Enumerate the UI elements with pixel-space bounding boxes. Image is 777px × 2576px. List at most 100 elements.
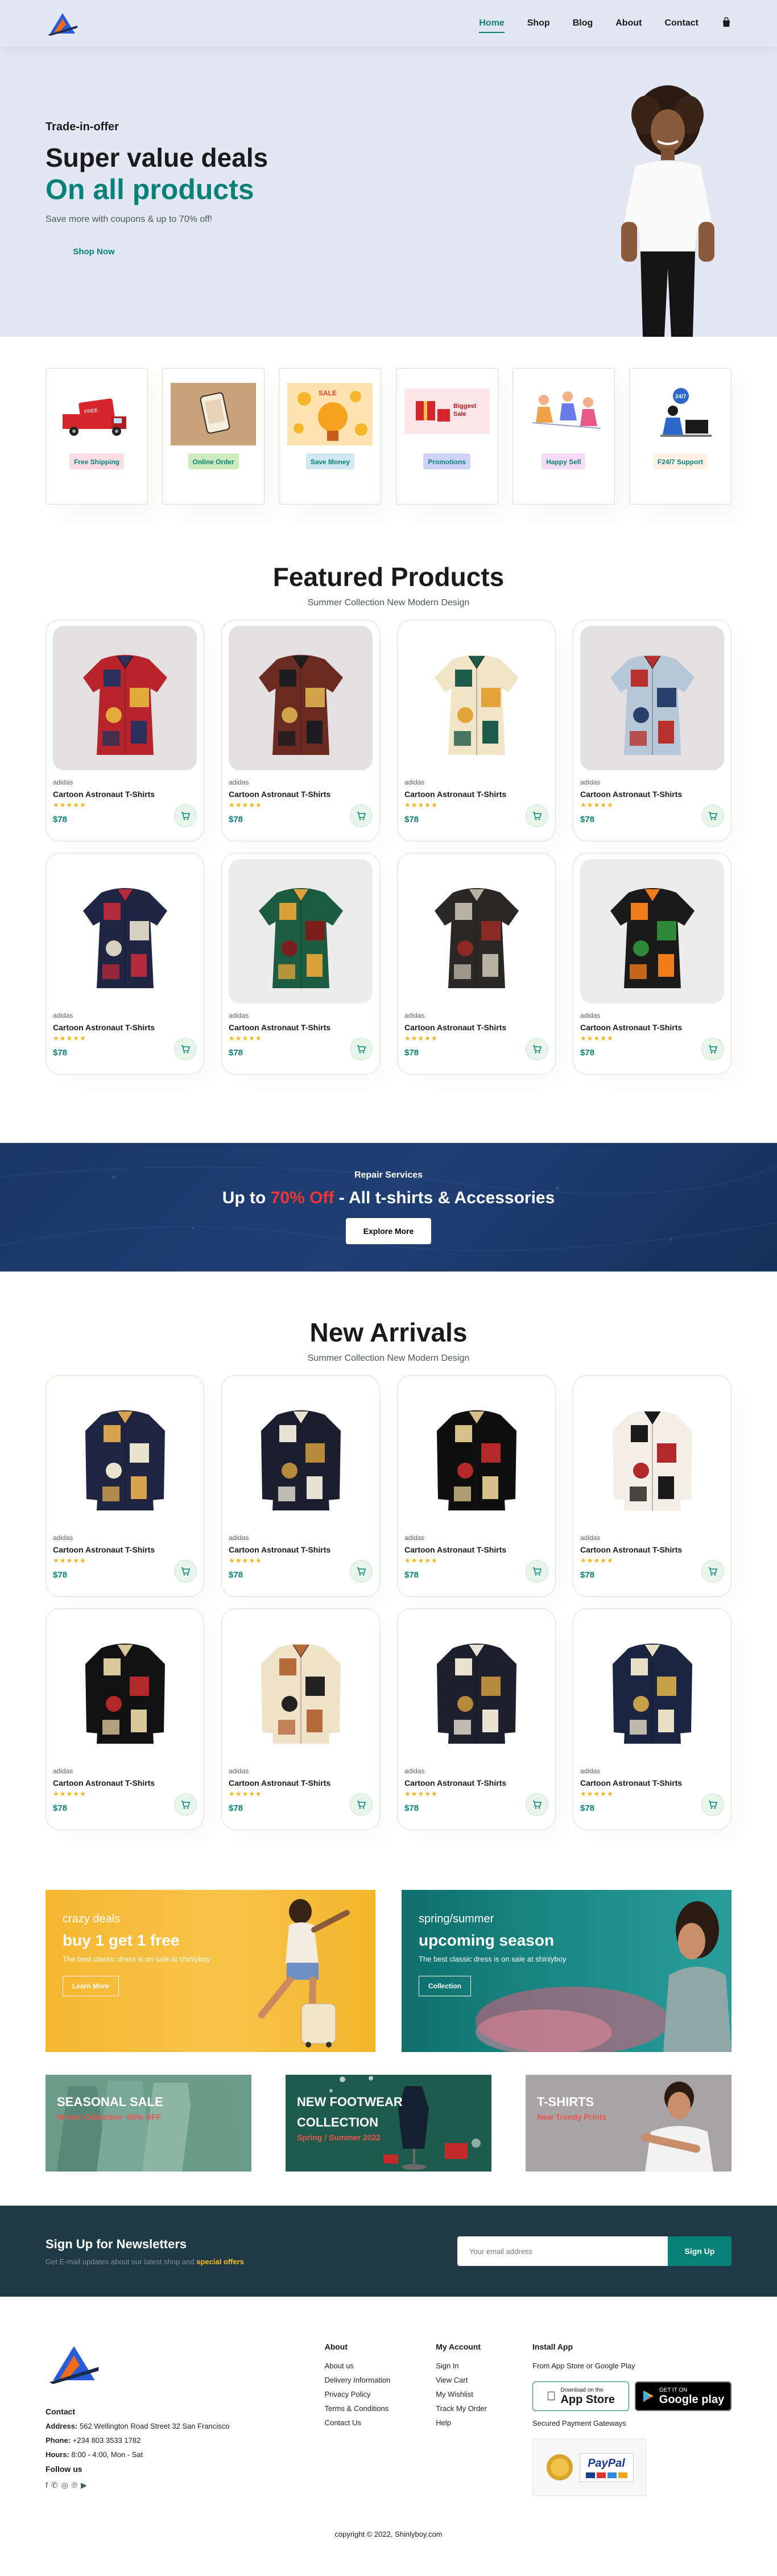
season-text: The best classic dress is on sale at shi… — [419, 1955, 567, 1963]
about-link[interactable]: About us — [325, 2362, 391, 2370]
nav-contact[interactable]: Contact — [664, 16, 699, 31]
season-eyebrow: spring/summer — [419, 1913, 494, 1925]
google-play-badge[interactable]: GET IT ON Google play — [635, 2381, 731, 2411]
add-to-cart-button[interactable] — [701, 804, 724, 827]
facebook-icon[interactable]: f — [46, 2480, 48, 2490]
account-link[interactable]: Track My Order — [436, 2404, 487, 2413]
product-shirt-image — [258, 655, 343, 755]
add-to-cart-button[interactable] — [526, 1038, 548, 1060]
product-card[interactable]: adidas Cartoon Astronaut T-Shirts ★★★★★ $78 — [573, 1375, 731, 1597]
product-shirt-image — [85, 1410, 165, 1510]
product-card[interactable]: adidas Cartoon Astronaut T-Shirts ★★★★★ $78 — [397, 853, 556, 1075]
account-link[interactable]: Help — [436, 2418, 487, 2427]
svg-text:Sale: Sale — [453, 411, 466, 418]
product-card[interactable]: adidas Cartoon Astronaut T-Shirts ★★★★★ $78 — [397, 1375, 556, 1597]
nav-blog[interactable]: Blog — [573, 16, 593, 31]
product-card[interactable]: adidas Cartoon Astronaut T-Shirts ★★★★★ $78 — [46, 620, 204, 841]
sign-up-button[interactable]: Sign Up — [668, 2236, 731, 2266]
product-card[interactable]: adidas Cartoon Astronaut T-Shirts ★★★★★ $78 — [221, 853, 380, 1075]
product-card[interactable]: adidas Cartoon Astronaut T-Shirts ★★★★★ $78 — [221, 1375, 380, 1597]
add-to-cart-button[interactable] — [174, 1560, 197, 1583]
featured-products-section: Featured Products Summer Collection New … — [0, 539, 777, 1075]
account-link[interactable]: Sign In — [436, 2362, 487, 2370]
account-link[interactable]: My Wishlist — [436, 2390, 487, 2399]
product-shirt-image — [82, 655, 167, 755]
add-to-cart-button[interactable] — [526, 804, 548, 827]
add-to-cart-button[interactable] — [350, 1560, 373, 1583]
main-nav: Home Shop Blog About Contact — [479, 16, 731, 33]
account-title: My Account — [436, 2342, 481, 2351]
add-to-cart-button[interactable] — [350, 804, 373, 827]
product-card[interactable]: adidas Cartoon Astronaut T-Shirts ★★★★★ $78 — [46, 1608, 204, 1830]
about-link[interactable]: Contact Us — [325, 2418, 391, 2427]
add-to-cart-button[interactable] — [350, 1793, 373, 1816]
cart-bag-link[interactable] — [721, 16, 731, 30]
product-brand: adidas — [580, 1534, 601, 1542]
footer-contact: Contact Address: 562 Wellington Road Str… — [46, 2342, 230, 2496]
product-card[interactable]: adidas Cartoon Astronaut T-Shirts ★★★★★ $78 — [573, 620, 731, 841]
about-link[interactable]: Terms & Conditions — [325, 2404, 391, 2413]
newsletter-section: Sign Up for Newsletters Get E-mail updat… — [0, 2206, 777, 2297]
product-card[interactable]: adidas Cartoon Astronaut T-Shirts ★★★★★ $78 — [397, 620, 556, 841]
add-to-cart-button[interactable] — [350, 1038, 373, 1060]
add-to-cart-button[interactable] — [701, 1560, 724, 1583]
product-card[interactable]: adidas Cartoon Astronaut T-Shirts ★★★★★ $78 — [573, 1608, 731, 1830]
product-image — [580, 626, 724, 770]
add-to-cart-button[interactable] — [174, 1038, 197, 1060]
product-card[interactable]: adidas Cartoon Astronaut T-Shirts ★★★★★ $78 — [221, 620, 380, 841]
youtube-icon[interactable]: ▶ — [81, 2480, 87, 2490]
learn-more-button[interactable]: Learn More — [63, 1976, 119, 1996]
cart-icon — [533, 1567, 542, 1576]
collection-button[interactable]: Collection — [419, 1976, 472, 1996]
product-brand: adidas — [404, 1012, 425, 1019]
product-rating: ★★★★★ — [229, 1034, 262, 1042]
account-link[interactable]: View Cart — [436, 2376, 487, 2384]
add-to-cart-button[interactable] — [526, 1560, 548, 1583]
pinterest-icon[interactable]: ℗ — [72, 2480, 77, 2490]
product-rating: ★★★★★ — [580, 1790, 614, 1798]
add-to-cart-button[interactable] — [701, 1793, 724, 1816]
product-brand: adidas — [53, 1012, 73, 1019]
newsletter-text-highlight: special offers — [196, 2257, 245, 2266]
cart-icon — [709, 1045, 717, 1054]
product-card[interactable]: adidas Cartoon Astronaut T-Shirts ★★★★★ $78 — [221, 1608, 380, 1830]
feature-label: Free Shipping — [69, 453, 124, 469]
brand-logo — [48, 13, 77, 36]
logo-link[interactable] — [46, 11, 80, 36]
add-to-cart-button[interactable] — [701, 1038, 724, 1060]
newsletter-text: Get E-mail updates about our latest shop… — [46, 2257, 244, 2266]
explore-more-button[interactable]: Explore More — [346, 1218, 431, 1244]
social-icons: f ✆ ◎ ℗ ▶ — [46, 2480, 230, 2490]
app-store-badge[interactable]:  Download on theApp Store — [532, 2381, 629, 2411]
product-shirt-image — [85, 1644, 165, 1744]
product-image — [404, 859, 548, 1004]
secured-payments-text: Secured Payment Gateways — [532, 2419, 626, 2428]
nav-home[interactable]: Home — [479, 16, 505, 33]
footer-about: About About us Delivery Information Privac… — [325, 2342, 391, 2496]
about-link[interactable]: Privacy Policy — [325, 2390, 391, 2399]
new-footwear-subtitle: Spring / Summer 2022 — [297, 2133, 381, 2142]
shop-now-button[interactable]: Shop Now — [46, 236, 142, 268]
add-to-cart-button[interactable] — [526, 1793, 548, 1816]
featured-title: Featured Products — [272, 562, 505, 592]
add-to-cart-button[interactable] — [174, 1793, 197, 1816]
product-card[interactable]: adidas Cartoon Astronaut T-Shirts ★★★★★ $78 — [46, 853, 204, 1075]
about-link[interactable]: Delivery Information — [325, 2376, 391, 2384]
product-image — [404, 1381, 548, 1526]
instagram-icon[interactable]: ◎ — [61, 2480, 68, 2490]
add-to-cart-button[interactable] — [174, 804, 197, 827]
email-input[interactable] — [457, 2236, 668, 2266]
nav-shop[interactable]: Shop — [527, 16, 550, 31]
banner-title-highlight: 70% Off — [270, 1188, 334, 1207]
shop-now-label: Shop Now — [73, 247, 115, 257]
season-title: upcoming season — [419, 1931, 555, 1949]
twitter-icon[interactable]: ✆ — [51, 2480, 58, 2490]
nav-about[interactable]: About — [615, 16, 642, 31]
newsletter-form: Sign Up — [457, 2236, 731, 2266]
online-order-icon — [171, 383, 257, 445]
product-rating: ★★★★★ — [229, 1557, 262, 1564]
product-card[interactable]: adidas Cartoon Astronaut T-Shirts ★★★★★ $78 — [573, 853, 731, 1075]
product-card[interactable]: adidas Cartoon Astronaut T-Shirts ★★★★★ $78 — [397, 1608, 556, 1830]
banner-eyebrow: Repair Services — [354, 1170, 423, 1180]
product-card[interactable]: adidas Cartoon Astronaut T-Shirts ★★★★★ $78 — [46, 1375, 204, 1597]
